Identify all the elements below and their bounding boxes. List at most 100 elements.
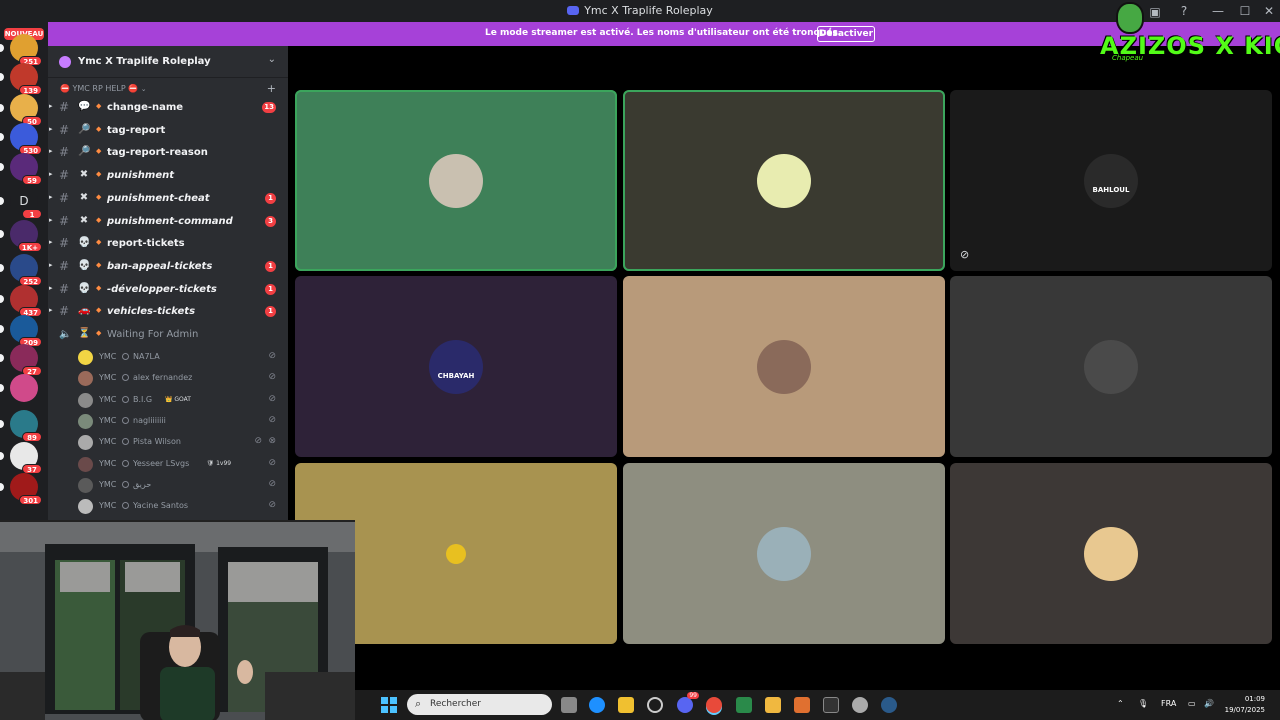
server-icon-7[interactable]: 252 [10,254,42,286]
disable-streamer-mode-button[interactable]: Désactiver [817,26,875,42]
app-icon-green[interactable] [736,697,752,713]
settings-icon[interactable] [852,697,868,713]
server-name: Ymc X Traplife Roleplay [78,56,211,67]
server-icon-2[interactable]: 50 [10,94,42,126]
channel-emoji-icon: 💀 [78,282,91,294]
xbox-icon[interactable] [647,697,663,713]
mic-icon[interactable]: 🎙 [1138,699,1148,708]
server-icon-6[interactable]: 1K+ [10,220,42,252]
server-icon-11[interactable] [10,374,38,402]
task-view-icon[interactable] [561,697,577,713]
server-icon-8[interactable]: 437 [10,285,42,317]
channel-emoji-icon: 🚗 [78,305,91,317]
chrome-icon[interactable] [706,697,722,713]
server-icon-12[interactable]: 89 [10,410,42,442]
avatar [78,392,93,408]
server-icon-14[interactable]: 301 [10,473,42,505]
unread-pip [0,384,4,392]
channel-punishment-cheat[interactable]: ▸ # ✖ ◆ punishment-cheat 1 [48,188,288,210]
store-icon[interactable] [618,697,634,713]
voice-user[interactable]: YMC Yesseer LSvgs 🛡 1v99 ⊘ [76,454,288,475]
participant-tile[interactable] [950,463,1272,644]
discord-taskbar-icon[interactable]: 99 [677,692,699,713]
participant-tile[interactable]: BAHLOUL ⊘ [950,90,1272,271]
unread-pip [0,230,4,238]
participant-tile[interactable] [623,463,945,644]
unread-pip [0,163,4,171]
unread-pip [0,197,4,205]
voice-user[interactable]: YMC NA7LA ⊘ [76,347,288,368]
edge-icon[interactable] [589,697,605,713]
channel-label: punishment-command [107,215,233,227]
participant-tile[interactable]: CHBAYAH [295,276,617,457]
voice-user[interactable]: YMC nagliiiiiii ⊘ [76,411,288,432]
category-header[interactable]: ⛔ YMC RP HELP ⛔ ⌄ [60,84,147,93]
hash-icon: # [59,122,70,137]
voice-user[interactable]: YMC B.I.G 👑 GOAT ⊘ [76,390,288,411]
channel-change-name[interactable]: ▸ # 💬 ◆ change-name 13 [48,97,288,119]
chevron-down-icon[interactable]: ⌄ [268,54,276,65]
participant-tile[interactable] [295,90,617,271]
channel-label: vehicles-tickets [107,306,196,318]
channel-emoji-icon: 💀 [78,259,91,271]
server-icon-13[interactable]: 37 [10,442,42,474]
participant-avatar [1084,526,1138,581]
participant-avatar [1084,339,1138,394]
category-label: YMC RP HELP [72,84,126,93]
diamond-icon: ◆ [96,306,102,315]
voice-channel-waiting[interactable]: 🔈 ⏳ ◆ Waiting For Admin [48,324,288,346]
tray-chevron-icon[interactable]: ⌃ [1117,699,1124,708]
app-icon-orange[interactable] [794,697,810,713]
mic-muted-icon: ⊘ [268,414,276,425]
volume-icon[interactable]: 🔊 [1204,699,1214,708]
unread-arrow-icon: ▸ [49,215,53,224]
steam-icon[interactable] [881,697,897,713]
channel-label: tag-report [107,124,166,136]
channel-report-tickets[interactable]: ▸ # 💀 ◆ report-tickets [48,233,288,255]
server-icon-10[interactable]: 27 [10,344,42,376]
kick-overlay-subtext: Chapeau [1112,54,1144,62]
channel-sidebar: Ymc X Traplife Roleplay ⌄ ⛔ YMC RP HELP … [48,46,288,520]
mention-badge: 301 [19,495,42,505]
channel-vehicles-tickets[interactable]: ▸ # 🚗 ◆ vehicles-tickets 1 [48,301,288,323]
user-tag: YMC [99,501,117,511]
separator-icon [122,353,129,360]
user-tag: YMC [99,373,117,383]
network-icon[interactable]: ▭ [1188,699,1196,708]
mascot-head-icon [1116,2,1144,34]
hash-icon: # [59,281,70,296]
language-indicator[interactable]: FRA [1161,699,1176,708]
server-icon-9[interactable]: 209 [10,315,42,347]
server-header[interactable]: Ymc X Traplife Roleplay ⌄ [48,46,288,78]
app-icon-dark[interactable] [823,697,839,713]
voice-user[interactable]: YMC Pista Wilson ⊘ ⊗ [76,432,288,453]
server-icon-3[interactable]: 530 [10,123,42,155]
taskbar-search[interactable]: ⌕ Rechercher [407,694,552,715]
clock[interactable]: 01:09 19/07/2025 [1225,694,1265,716]
channel-ban-appeal-tickets[interactable]: ▸ # 💀 ◆ ban-appeal-tickets 1 [48,256,288,278]
participant-tile[interactable] [623,90,945,271]
participant-tile[interactable] [950,276,1272,457]
participant-avatar [757,339,811,394]
start-button[interactable] [381,697,397,713]
channel-label: -développer-tickets [107,283,217,295]
channel-punishment-command[interactable]: ▸ # ✖ ◆ punishment-command 3 [48,211,288,233]
voice-user[interactable]: YMC Yacine Santos ⊘ [76,496,288,517]
channel-tag-report[interactable]: ▸ # 🔎 ◆ tag-report [48,120,288,142]
server-icon-5[interactable]: D1 [10,187,42,219]
server-icon-1[interactable]: 139 [10,63,42,95]
unread-arrow-icon: ▸ [49,147,53,156]
channel--d-velopper-tickets[interactable]: ▸ # 💀 ◆ -développer-tickets 1 [48,279,288,301]
channel-punishment[interactable]: ▸ # ✖ ◆ punishment [48,165,288,187]
separator-icon [122,395,129,403]
folder-icon[interactable] [765,697,781,713]
channel-tag-report-reason[interactable]: ▸ # 🔎 ◆ tag-report-reason [48,142,288,164]
diamond-icon: ◆ [96,215,102,224]
add-channel-icon[interactable]: + [267,82,276,95]
participant-tile[interactable] [623,276,945,457]
voice-user[interactable]: YMC حريق ⊘ [76,475,288,496]
voice-user[interactable]: YMC alex fernandez ⊘ [76,368,288,389]
server-icon-4[interactable]: 59 [10,153,42,185]
participant-avatar [429,153,483,208]
server-icon-0[interactable]: 251 [10,34,42,66]
